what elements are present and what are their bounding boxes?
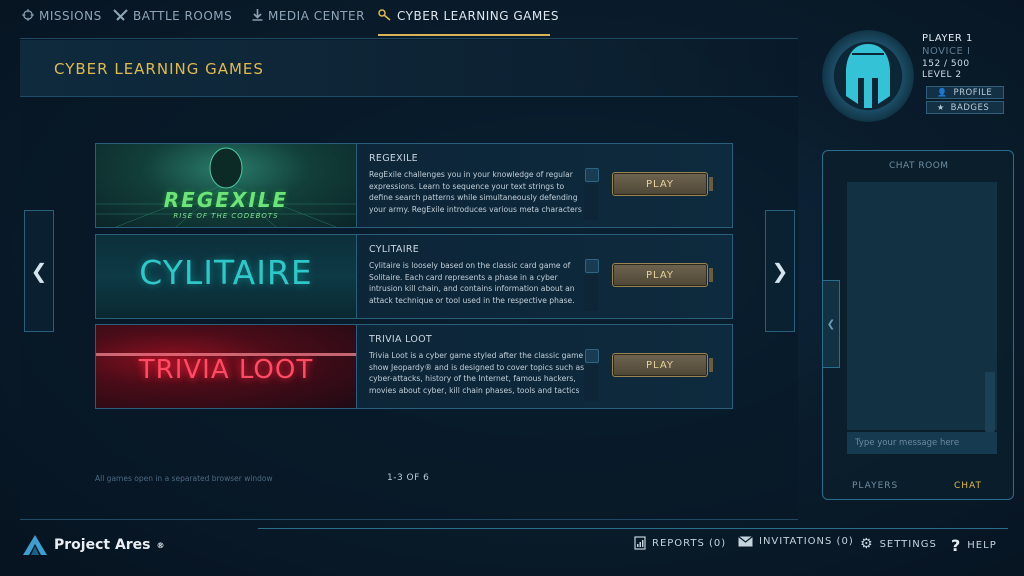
tab-media-center[interactable]: MEDIA CENTER: [252, 9, 365, 35]
play-button[interactable]: PLAY: [612, 172, 713, 196]
footnote: All games open in a separated browser wi…: [95, 474, 273, 483]
chevron-right-icon: ❯: [771, 259, 789, 283]
badges-button[interactable]: ★ BADGES: [926, 101, 1004, 114]
brand-logo: Project Ares ®: [22, 534, 165, 556]
select-track: [584, 365, 598, 401]
chat-input[interactable]: [847, 432, 997, 454]
help-button[interactable]: ? HELP: [951, 536, 997, 555]
game-description: Trivia Loot is a cyber game styled after…: [369, 351, 585, 395]
game-title: REGEXILE: [369, 153, 418, 164]
reports-label: REPORTS (0): [652, 537, 727, 549]
prev-page-button[interactable]: ❮: [24, 210, 54, 332]
profile-label: PROFILE: [953, 87, 993, 98]
cylitaire-thumbnail: CYLITAIRE: [96, 235, 357, 318]
crosshair-icon: [22, 9, 34, 21]
chat-title: CHAT ROOM: [889, 161, 949, 171]
invitations-label: INVITATIONS (0): [759, 536, 854, 547]
gear-icon: ⚙: [860, 536, 874, 552]
regexile-thumb-title: REGEXILE: [163, 188, 289, 212]
key-icon: [378, 9, 391, 21]
select-checkbox[interactable]: [585, 168, 599, 182]
brand-trademark: ®: [156, 540, 165, 550]
chat-collapse-button[interactable]: ❮: [822, 280, 840, 368]
tab-battle-rooms-label: BATTLE ROOMS: [133, 9, 233, 23]
project-ares-logo-icon: [23, 535, 47, 555]
play-button[interactable]: PLAY: [612, 263, 713, 287]
tab-battle-rooms[interactable]: BATTLE ROOMS: [113, 9, 232, 35]
player-name: PLAYER 1: [922, 33, 973, 44]
tab-cyber-learning-games-label: CYBER LEARNING GAMES: [397, 9, 559, 23]
tab-chat[interactable]: CHAT: [954, 481, 982, 491]
chevron-left-icon: ❮: [826, 318, 836, 330]
star-icon: ★: [937, 103, 945, 112]
settings-label: SETTINGS: [879, 538, 937, 550]
top-nav: MISSIONS BATTLE ROOMS MEDIA CENTER CYBER…: [0, 0, 800, 38]
game-description: RegExile challenges you in your knowledg…: [369, 170, 582, 214]
tab-players[interactable]: PLAYERS: [852, 481, 898, 491]
tab-missions[interactable]: MISSIONS: [22, 9, 102, 35]
tab-cyber-learning-games[interactable]: CYBER LEARNING GAMES: [378, 9, 558, 36]
select-checkbox[interactable]: [585, 259, 599, 273]
select-track: [584, 184, 598, 220]
player-level: LEVEL 2: [922, 70, 962, 80]
settings-button[interactable]: ⚙ SETTINGS: [860, 536, 937, 552]
question-icon: ?: [951, 536, 962, 555]
helmet-icon: [846, 44, 890, 108]
game-description: Cylitaire is loosely based on the classi…: [369, 261, 575, 305]
tab-media-center-label: MEDIA CENTER: [268, 9, 365, 23]
next-page-button[interactable]: ❯: [765, 210, 795, 332]
swords-icon: [113, 9, 128, 21]
profile-button[interactable]: 👤 PROFILE: [926, 86, 1004, 99]
play-button[interactable]: PLAY: [612, 353, 713, 377]
envelope-icon: [738, 536, 753, 547]
page-title: CYBER LEARNING GAMES: [54, 60, 264, 78]
trivia-loot-thumb-title: TRIVIA LOOT: [138, 355, 314, 385]
avatar[interactable]: [822, 30, 914, 122]
chat-scrollbar[interactable]: [985, 372, 995, 432]
chat-log: [847, 182, 997, 430]
game-card-trivia-loot: TRIVIA LOOT TRIVIA LOOT Trivia Loot is a…: [95, 324, 733, 409]
badges-label: BADGES: [950, 102, 990, 113]
select-track: [584, 275, 598, 311]
tab-missions-label: MISSIONS: [39, 9, 102, 23]
reports-button[interactable]: REPORTS (0): [634, 536, 726, 550]
game-card-regexile: REGEXILE RISE OF THE CODEBOTS REGEXILE R…: [95, 143, 733, 228]
game-title: CYLITAIRE: [369, 244, 420, 255]
regexile-thumb-subtitle: RISE OF THE CODEBOTS: [173, 212, 279, 220]
report-icon: [634, 536, 646, 550]
player-rank: NOVICE I: [922, 46, 971, 57]
footer-divider: [258, 528, 1008, 529]
cylitaire-thumb-title: CYLITAIRE: [139, 253, 313, 292]
trivia-loot-thumbnail: TRIVIA LOOT: [96, 325, 357, 408]
user-icon: 👤: [937, 88, 948, 97]
regexile-thumbnail: REGEXILE RISE OF THE CODEBOTS: [96, 144, 357, 227]
game-card-cylitaire: CYLITAIRE CYLITAIRE Cylitaire is loosely…: [95, 234, 733, 319]
player-xp: 152 / 500: [922, 59, 970, 69]
select-checkbox[interactable]: [585, 349, 599, 363]
invitations-button[interactable]: INVITATIONS (0): [738, 536, 854, 547]
pagination: 1-3 OF 6: [387, 473, 430, 483]
download-icon: [252, 9, 263, 21]
brand-name: Project Ares: [54, 537, 151, 553]
chevron-left-icon: ❮: [30, 259, 48, 283]
help-label: HELP: [967, 540, 997, 551]
game-title: TRIVIA LOOT: [369, 334, 433, 345]
